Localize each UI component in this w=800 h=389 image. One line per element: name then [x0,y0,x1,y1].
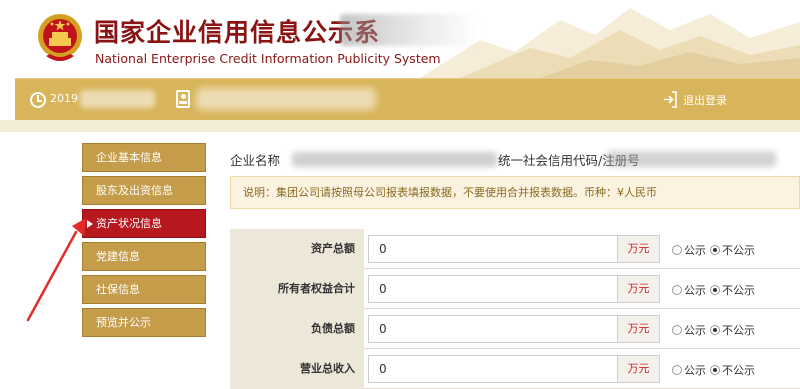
public-radio[interactable] [672,325,682,335]
field-label: 营业总收入 [230,349,364,389]
owners-equity-input[interactable] [369,276,615,302]
redacted-user-blur [196,88,376,110]
sidebar-item-label: 股东及出资信息 [96,184,173,197]
sidebar-item-label: 党建信息 [96,250,140,263]
private-radio[interactable] [710,245,720,255]
company-info-row: 企业名称 统一社会信用代码/注册号 [230,150,800,170]
total-revenue-field: 万元 [368,355,660,383]
publicity-radio-group: 公示 不公示 [672,322,759,338]
owners-equity-field: 万元 [368,275,660,303]
total-liabilities-field: 万元 [368,315,660,343]
redacted-date-blur [80,90,155,108]
clock-icon [30,92,46,108]
sidebar-item-basic-info[interactable]: 企业基本信息 [82,143,206,172]
private-radio[interactable] [710,365,720,375]
bar-underline [0,120,800,132]
private-radio-label: 不公示 [722,244,755,257]
logout-link[interactable]: 退出登录 [683,92,727,108]
active-triangle-icon [87,220,93,228]
date-text: 2019 [50,92,78,105]
sidebar-item-assets[interactable]: 资产状况信息 [82,209,206,238]
asset-form: 资产总额 万元 公示 不公示 所有者权益合计 万元 公示 不公示 负债总额 万元… [230,229,800,389]
sidebar-item-label: 资产状况信息 [96,217,162,230]
sidebar-item-label: 企业基本信息 [96,151,162,164]
form-row-total-liabilities: 负债总额 万元 公示 不公示 [230,309,800,349]
unit-label: 万元 [617,316,659,342]
private-radio[interactable] [710,325,720,335]
total-revenue-input[interactable] [369,356,615,382]
company-name-label: 企业名称 [230,153,281,168]
field-label: 所有者权益合计 [230,269,364,309]
private-radio-label: 不公示 [722,364,755,377]
redacted-title-blur [340,14,480,46]
sidebar-item-shareholders[interactable]: 股东及出资信息 [82,176,206,205]
public-radio-label: 公示 [684,324,706,337]
site-header: 国家企业信用信息公示系 National Enterprise Credit I… [0,0,800,78]
notice-box: 说明：集团公司请按照母公司报表填报数据，不要使用合并报表数据。币种：¥人民币 [230,176,800,209]
sidebar-item-preview-publish[interactable]: 预览并公示 [82,308,206,337]
redacted-company-blur [292,152,497,167]
unit-label: 万元 [617,236,659,262]
sidebar-nav: 企业基本信息 股东及出资信息 资产状况信息 党建信息 社保信息 预览并公示 [82,143,206,341]
logout-icon[interactable] [663,91,678,108]
form-row-total-assets: 资产总额 万元 公示 不公示 [230,229,800,269]
private-radio-label: 不公示 [722,324,755,337]
user-card-icon [176,90,190,108]
public-radio[interactable] [672,245,682,255]
form-row-total-revenue: 营业总收入 万元 公示 不公示 [230,349,800,389]
site-title-en: National Enterprise Credit Information P… [95,51,441,66]
publicity-radio-group: 公示 不公示 [672,362,759,378]
public-radio[interactable] [672,285,682,295]
field-label: 资产总额 [230,229,364,269]
sidebar-item-label: 社保信息 [96,283,140,296]
sidebar-item-social-security[interactable]: 社保信息 [82,275,206,304]
publicity-radio-group: 公示 不公示 [672,282,759,298]
total-liabilities-input[interactable] [369,316,615,342]
private-radio-label: 不公示 [722,284,755,297]
sidebar-item-party-building[interactable]: 党建信息 [82,242,206,271]
private-radio[interactable] [710,285,720,295]
public-radio-label: 公示 [684,284,706,297]
site-title-cn: 国家企业信用信息公示系 [94,18,381,47]
field-label: 负债总额 [230,309,364,349]
form-row-owners-equity: 所有者权益合计 万元 公示 不公示 [230,269,800,309]
public-radio-label: 公示 [684,244,706,257]
public-radio-label: 公示 [684,364,706,377]
public-radio[interactable] [672,365,682,375]
sidebar-item-label: 预览并公示 [96,316,151,329]
redacted-credit-blur [606,151,776,167]
unit-label: 万元 [617,356,659,382]
total-assets-input[interactable] [369,236,615,262]
unit-label: 万元 [617,276,659,302]
publicity-radio-group: 公示 不公示 [672,242,759,258]
national-emblem-icon [38,14,82,61]
total-assets-field: 万元 [368,235,660,263]
